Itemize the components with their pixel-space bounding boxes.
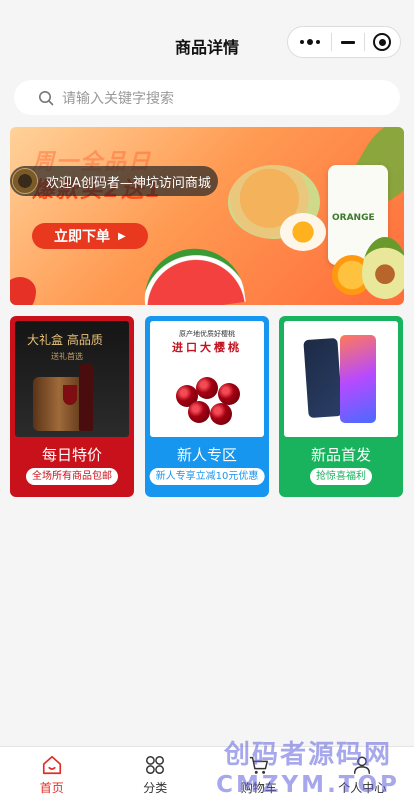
close-program-button[interactable] <box>365 27 400 57</box>
card-badge: 抢惊喜福利 <box>310 468 372 485</box>
tab-label: 个人中心 <box>338 781 387 795</box>
barrel-shape <box>33 377 85 431</box>
card-daily-deals[interactable]: 大礼盒 高品质 送礼首选 每日特价 全场所有商品包邮 <box>10 316 134 497</box>
target-icon <box>373 33 392 51</box>
tab-profile[interactable]: 个人中心 <box>311 747 414 800</box>
card-new-release[interactable]: 新品首发 抢惊喜福利 <box>279 316 403 497</box>
wine-bottle-shape <box>79 363 93 431</box>
phone-image <box>284 321 398 437</box>
minimize-button[interactable] <box>332 27 363 57</box>
card-new-user[interactable]: 原产地优质好樱桃 进口大樱桃 新人专区 新人专享立减10元优惠 <box>145 316 269 497</box>
tab-label: 首页 <box>39 781 64 795</box>
grid-icon <box>146 756 165 774</box>
cherry-shape <box>188 401 210 423</box>
navigation-bar: 商品详情 <box>0 0 414 80</box>
egg-image <box>280 213 326 251</box>
tab-label: 分类 <box>143 781 168 795</box>
strawberry-image <box>10 277 36 305</box>
more-menu-button[interactable] <box>288 27 331 57</box>
cherry-top-text: 原产地优质好樱桃 <box>179 330 235 338</box>
bottle-label: ORANGE <box>332 213 375 223</box>
promo-banner[interactable]: 周一全品日 爆款买2送1 立即下单 ▶ ORANGE <box>10 127 404 305</box>
tab-home[interactable]: 首页 <box>0 747 104 800</box>
card-badge: 全场所有商品包邮 <box>26 468 118 485</box>
tab-label: 购物车 <box>240 781 277 795</box>
cherry-shape <box>196 377 218 399</box>
card-title: 每日特价 <box>41 446 102 464</box>
wine-subcaption: 送礼首选 <box>51 352 83 361</box>
promo-cards: 大礼盒 高品质 送礼首选 每日特价 全场所有商品包邮 原产地优质好樱桃 进口大樱… <box>10 316 404 497</box>
avocado-image <box>362 237 404 299</box>
welcome-text: 欢迎A创码者—神坑访问商城 <box>46 175 211 191</box>
wine-gift-image: 大礼盒 高品质 送礼首选 <box>15 321 129 437</box>
phone-back-shape <box>303 337 343 419</box>
tab-category[interactable]: 分类 <box>104 747 208 800</box>
search-icon <box>39 90 54 105</box>
search-placeholder: 请输入关键字搜索 <box>62 90 174 107</box>
card-title: 新品首发 <box>310 446 371 464</box>
welcome-notice: 欢迎A创码者—神坑访问商城 <box>10 166 218 196</box>
more-dot-icon <box>315 40 320 44</box>
cherry-shape <box>218 383 240 405</box>
cherry-image: 原产地优质好樱桃 进口大樱桃 <box>150 321 264 437</box>
phone-front-shape <box>340 335 376 423</box>
wine-caption: 大礼盒 高品质 <box>27 333 103 347</box>
minimize-icon <box>340 40 355 44</box>
mini-program-capsule <box>287 26 401 58</box>
wine-glass-shape <box>63 385 77 405</box>
buy-now-button[interactable]: 立即下单 ▶ <box>32 223 148 249</box>
card-title: 新人专区 <box>176 446 237 464</box>
more-dot-icon <box>299 40 304 44</box>
more-dot-icon <box>306 39 313 45</box>
home-icon <box>42 755 61 775</box>
cart-icon <box>249 756 268 774</box>
avatar <box>12 168 38 194</box>
tab-bar: 首页 分类 购物车 个人中心 <box>0 746 414 800</box>
user-icon <box>354 756 371 774</box>
tab-cart[interactable]: 购物车 <box>207 747 311 800</box>
watermelon-image <box>138 242 246 305</box>
cherry-shape <box>210 403 232 425</box>
triangle-right-icon: ▶ <box>118 230 126 242</box>
card-badge: 新人专享立减10元优惠 <box>149 468 265 485</box>
cherry-caption: 进口大樱桃 <box>172 341 242 354</box>
search-bar[interactable]: 请输入关键字搜索 <box>14 80 400 115</box>
buy-now-label: 立即下单 <box>54 229 110 245</box>
